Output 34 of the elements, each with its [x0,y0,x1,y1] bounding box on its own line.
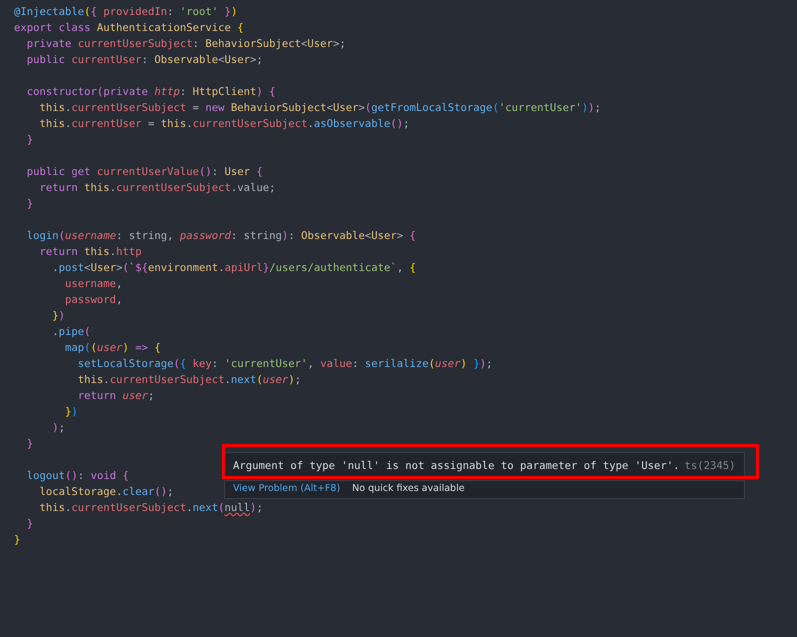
code-line: setLocalStorage({ key: 'currentUser', value: serilalize(user) }); [76,357,492,372]
code-line: } [26,437,34,452]
code-line: username, [64,277,122,292]
code-line: private currentUserSubject: BehaviorSubject<User>; [26,37,346,52]
code-line: } [14,533,20,548]
code-line: } [26,517,34,532]
error-code: ts(2345) [684,458,736,474]
code-line: .post<User>(`${environment.apiUrl}/users/authenticate`, { [51,261,416,276]
error-message: Argument of type 'null' is not assignable to parameter of type 'User'. [233,458,680,474]
code-line: @Injectable({ providedIn: 'root' }) [14,5,238,20]
code-line: logout(): void { [26,469,129,484]
code-line: password, [64,293,122,308]
code-line: return user; [76,389,154,404]
code-line: .pipe( [51,325,91,340]
code-line: constructor(private http: HttpClient) { [26,85,276,100]
code-line: public currentUser: Observable<User>; [26,53,263,68]
code-line: public get currentUserValue(): User { [26,165,263,180]
code-line: this.currentUserSubject.next(user); [76,373,302,388]
code-line: } [26,197,34,212]
code-line: return this.http [38,245,142,260]
code-line: export class AuthenticationService { [14,21,244,36]
code-line: this.currentUser = this.currentUserSubject.asObservable(); [38,117,410,132]
code-line: } [26,133,34,148]
code-line: return this.currentUserSubject.value; [38,181,276,196]
view-problem-link[interactable]: View Problem (Alt+F8) [233,482,340,497]
code-line: ); [51,421,66,436]
code-line: map((user) => { [64,341,161,356]
code-line: }) [64,405,78,420]
code-line: login(username: string, password: string): Observable<User> { [26,229,416,244]
quick-fix-note: No quick fixes available [352,482,465,496]
code-line: }) [51,309,66,324]
code-line: this.currentUserSubject.next(null); [38,501,263,516]
code-line: localStorage.clear(); [38,485,174,500]
code-line: this.currentUserSubject = new BehaviorSubject<User>(getFromLocalStorage('currentUser')); [38,101,601,116]
